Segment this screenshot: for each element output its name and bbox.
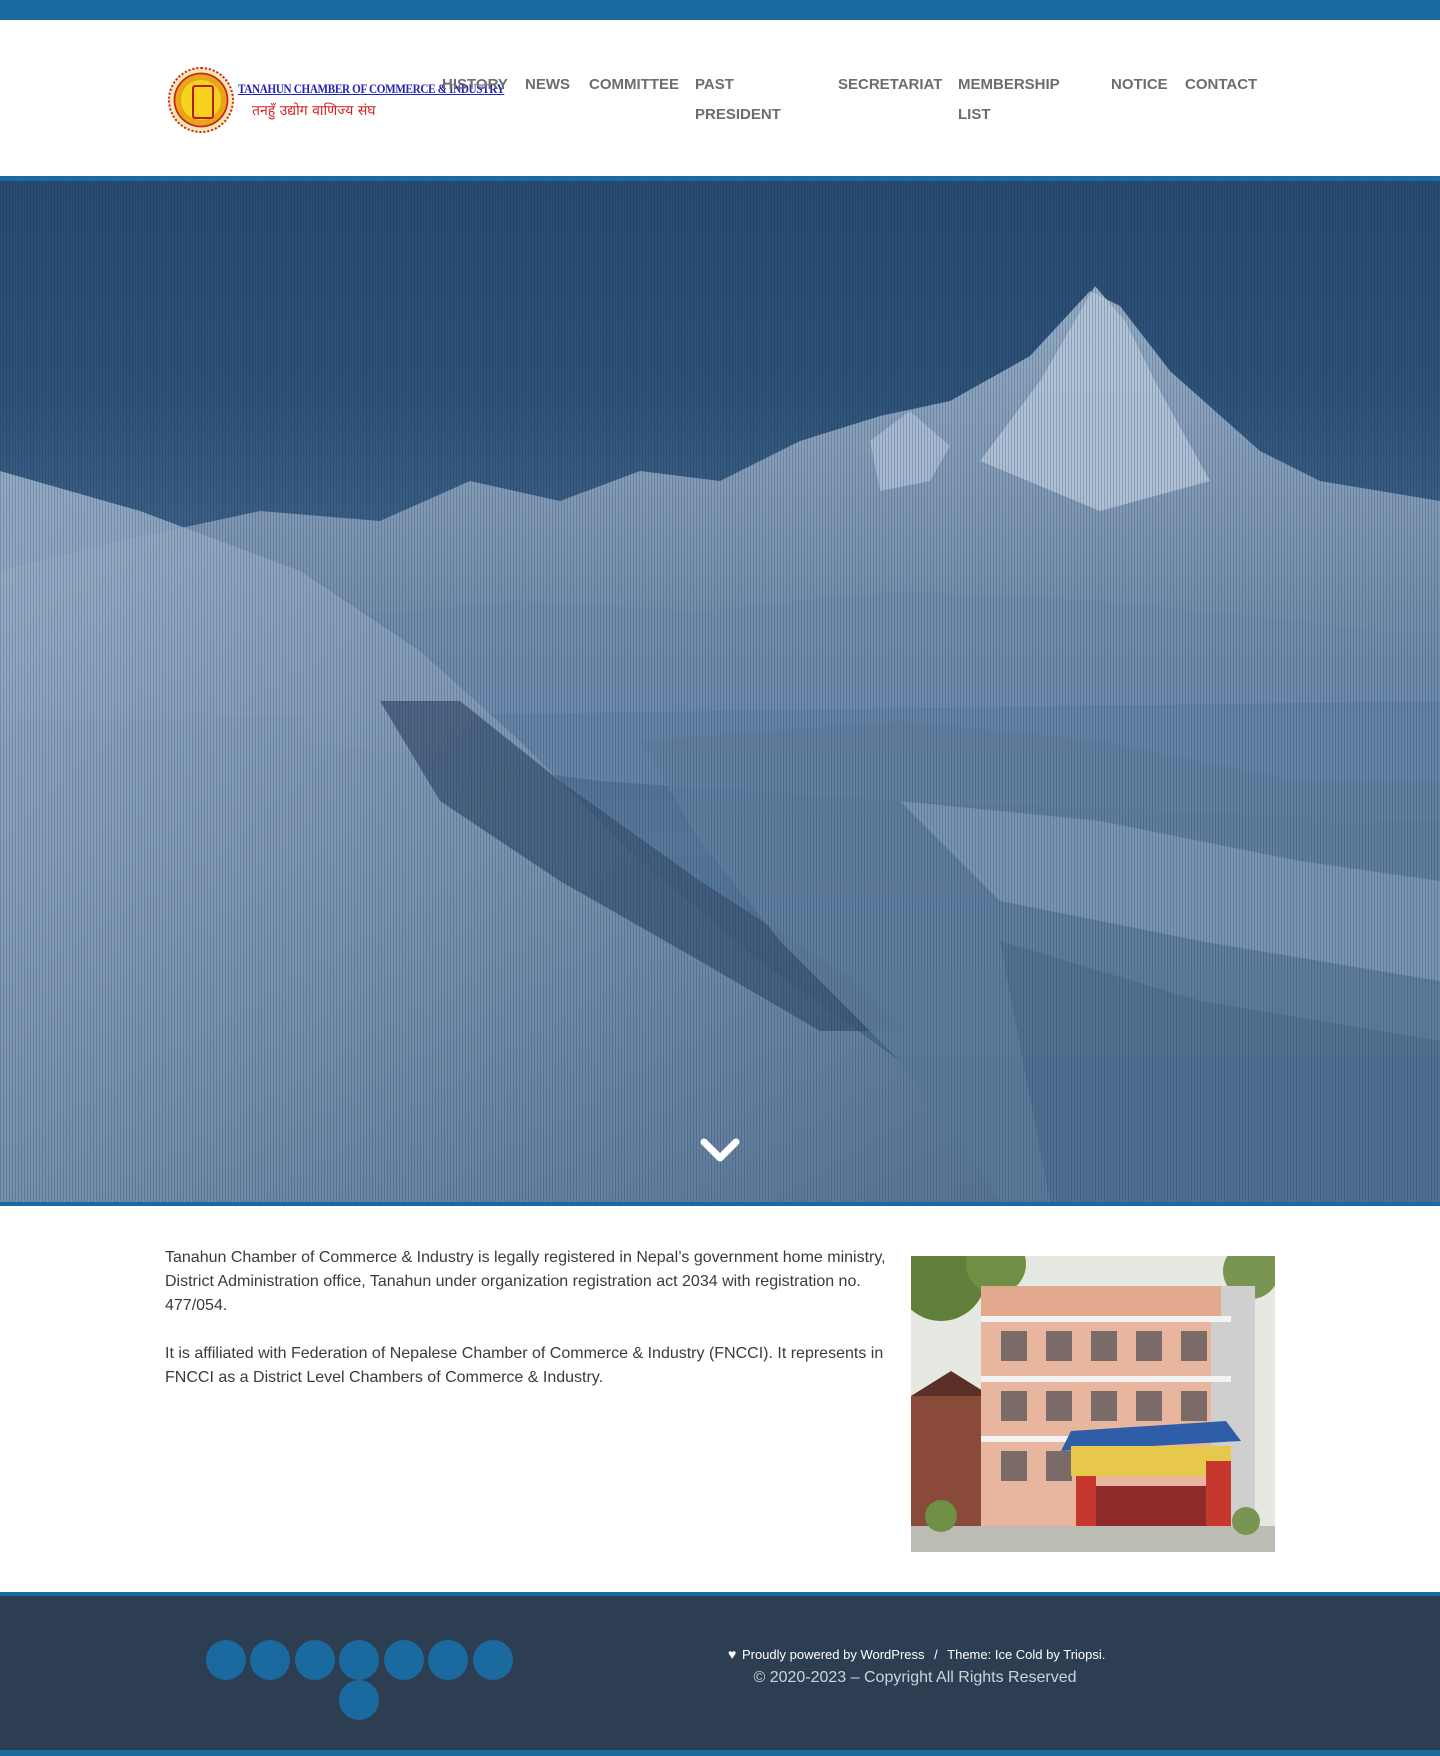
scroll-down-button[interactable]: [700, 1136, 740, 1166]
copyright-text: © 2020-2023 – Copyright All Rights Reser…: [753, 1669, 1077, 1686]
chevron-down-icon: [700, 1138, 740, 1162]
heart-icon: ♥: [728, 1646, 737, 1662]
site-logo[interactable]: TANAHUN CHAMBER OF COMMERCE & INDUSTRY त…: [168, 65, 505, 135]
nav-item-membership-list-line1[interactable]: Membership: [958, 70, 1060, 100]
hero-overlay: [0, 181, 1440, 1202]
credits-separator: /: [934, 1647, 938, 1662]
logo-seal-icon: [168, 67, 234, 133]
social-link-3[interactable]: [295, 1640, 335, 1680]
nav-item-committee[interactable]: Committee: [589, 70, 679, 100]
nav-item-contact[interactable]: Contact: [1185, 70, 1257, 100]
nav-item-membership-list-line2[interactable]: List: [958, 100, 991, 130]
social-link-1[interactable]: [206, 1640, 246, 1680]
social-link-5[interactable]: [384, 1640, 424, 1680]
social-link-6[interactable]: [428, 1640, 468, 1680]
powered-by-link[interactable]: Proudly powered by WordPress: [742, 1647, 925, 1662]
theme-credit-link[interactable]: Theme: Ice Cold by Triopsi.: [947, 1647, 1105, 1662]
nav-item-secretariat[interactable]: Secretariat: [838, 70, 942, 100]
about-paragraph-registration: Tanahun Chamber of Commerce & Industry i…: [165, 1249, 886, 1314]
hero-banner: [0, 176, 1440, 1206]
nav-item-past-president-line1[interactable]: Past: [695, 70, 734, 100]
footer-bottom-bar: [0, 1750, 1440, 1756]
nav-item-notice[interactable]: Notice: [1111, 70, 1168, 100]
top-accent-bar: [0, 0, 1440, 20]
nav-item-history[interactable]: History: [442, 70, 508, 100]
social-link-4[interactable]: [339, 1640, 379, 1680]
about-text: Tanahun Chamber of Commerce & Industry i…: [165, 1246, 890, 1414]
about-section: Tanahun Chamber of Commerce & Industry i…: [0, 1206, 1440, 1592]
site-header: TANAHUN CHAMBER OF COMMERCE & INDUSTRY त…: [0, 20, 1440, 176]
social-link-8[interactable]: [339, 1680, 379, 1720]
nav-item-news[interactable]: News: [525, 70, 570, 100]
nav-item-past-president-line2[interactable]: President: [695, 100, 781, 130]
logo-title-nepali: तनहुँ उद्योग वाणिज्य संघ: [252, 102, 376, 119]
social-link-2[interactable]: [250, 1640, 290, 1680]
site-footer: ♥ Proudly powered by WordPress / Theme: …: [0, 1592, 1440, 1756]
about-paragraph-affiliation: It is affiliated with Federation of Nepa…: [165, 1345, 884, 1386]
social-link-7[interactable]: [473, 1640, 513, 1680]
office-building-photo: [911, 1256, 1275, 1552]
footer-credits: ♥ Proudly powered by WordPress / Theme: …: [728, 1646, 1105, 1662]
